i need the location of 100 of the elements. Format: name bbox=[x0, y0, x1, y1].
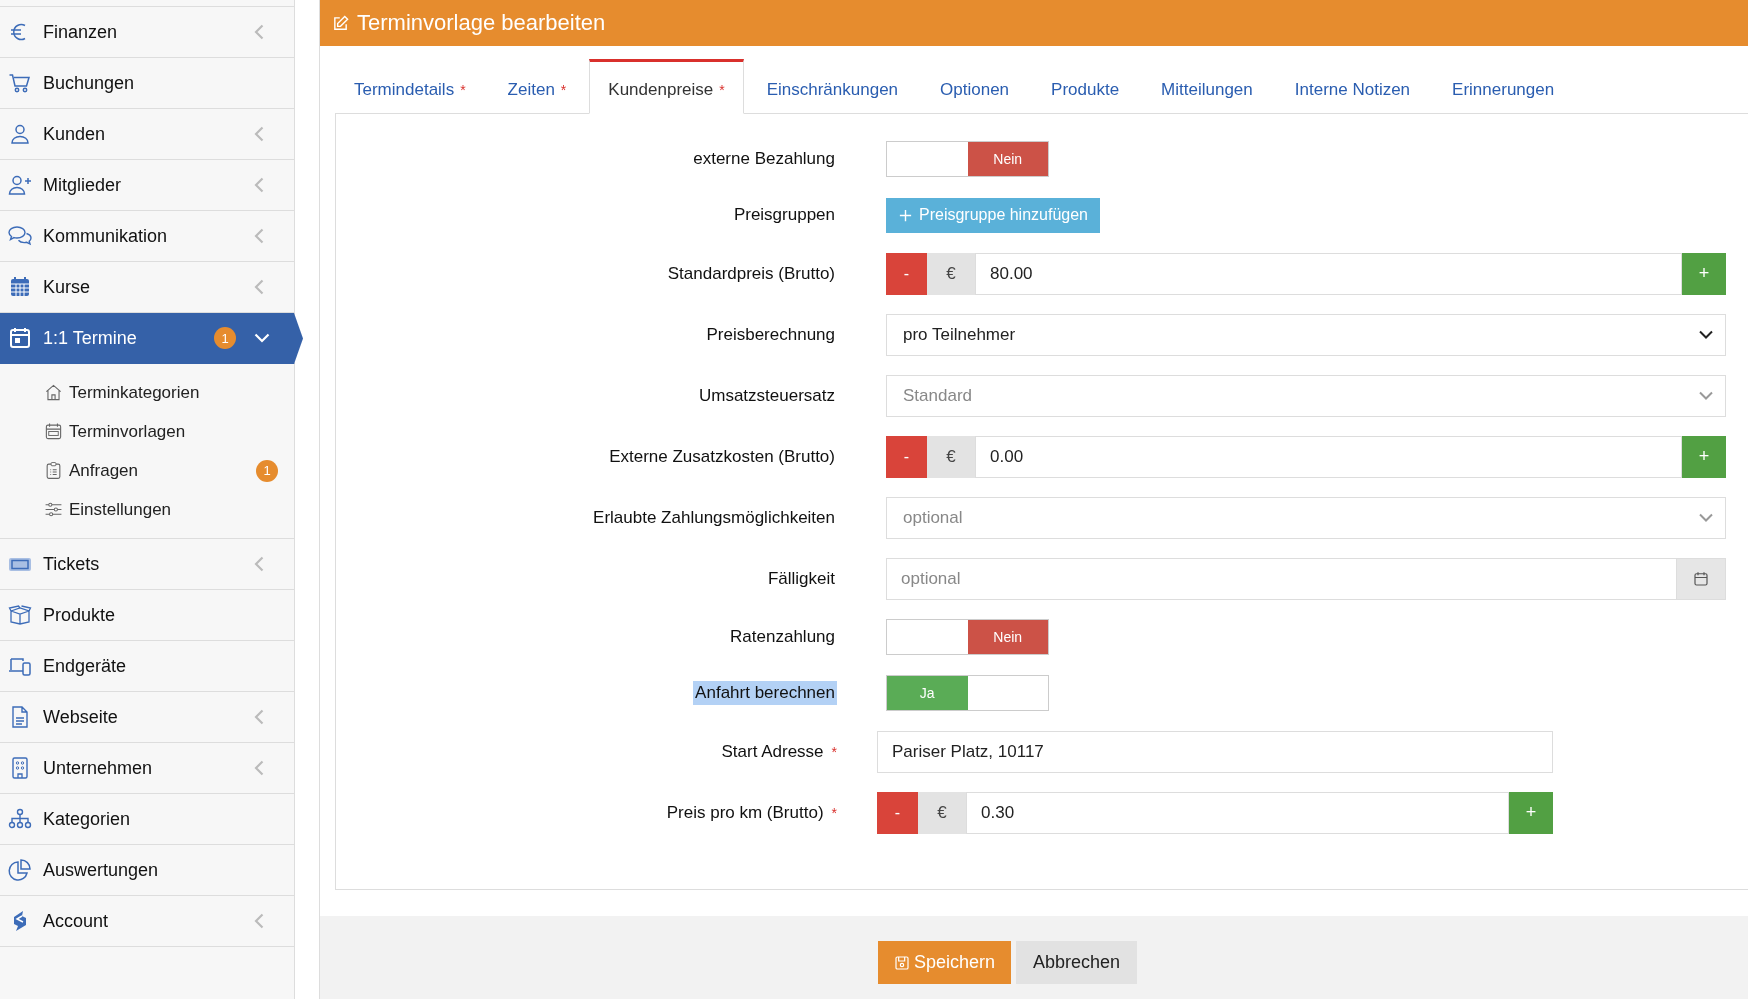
required-mark: * bbox=[719, 81, 725, 98]
tab[interactable]: Termindetails * bbox=[335, 59, 485, 114]
chevron-down-icon bbox=[1699, 391, 1713, 400]
calendar-icon bbox=[1692, 569, 1710, 588]
sidebar-item-label: Unternehmen bbox=[43, 757, 154, 779]
sidebar-item[interactable]: Auswertungen bbox=[0, 845, 294, 896]
price-input[interactable]: 80.00 bbox=[975, 252, 1682, 295]
currency-addon: € bbox=[927, 435, 975, 478]
sidebar-item[interactable]: Kommunikation bbox=[0, 211, 294, 262]
hierarchy-icon bbox=[8, 807, 32, 831]
submenu-item-label: Terminkategorien bbox=[69, 382, 201, 403]
field-label: Preis pro km (Brutto) bbox=[665, 801, 825, 824]
chevron-down-icon bbox=[1699, 330, 1713, 339]
clipboard-icon bbox=[44, 461, 63, 480]
sidebar-item-label: Buchungen bbox=[43, 72, 136, 94]
count-badge: 1 bbox=[256, 459, 278, 482]
page-title: Terminvorlage bearbeiten bbox=[357, 10, 606, 36]
submenu-item-label: Anfragen bbox=[69, 460, 139, 481]
submenu-item-label: Einstellungen bbox=[69, 499, 173, 520]
required-mark: * bbox=[831, 804, 837, 821]
tab[interactable]: Kundenpreise * bbox=[589, 59, 744, 114]
field-label: Standardpreis (Brutto) bbox=[666, 262, 836, 285]
sidebar-item[interactable]: Unternehmen bbox=[0, 743, 294, 794]
box-icon bbox=[8, 603, 32, 627]
sidebar-item[interactable]: Tickets bbox=[0, 539, 294, 590]
chat-bubbles-icon bbox=[8, 224, 32, 248]
submenu-item[interactable]: Anfragen 1 bbox=[44, 451, 294, 490]
required-mark: * bbox=[460, 81, 466, 98]
address-input[interactable]: Pariser Platz, 10117 bbox=[877, 730, 1553, 773]
sliders-icon bbox=[44, 500, 63, 519]
decrement-button[interactable]: - bbox=[886, 435, 927, 478]
submenu-item-label: Terminvorlagen bbox=[69, 421, 187, 442]
edit-icon bbox=[332, 14, 349, 32]
sidebar-item-label: Kunden bbox=[43, 123, 107, 145]
submenu-item[interactable]: Einstellungen bbox=[44, 490, 294, 529]
sidebar-item[interactable]: Kategorien bbox=[0, 794, 294, 845]
tab[interactable]: Mitteilungen bbox=[1142, 59, 1272, 114]
decrement-button[interactable]: - bbox=[886, 252, 927, 295]
sidebar-item-label: Produkte bbox=[43, 604, 117, 626]
field-label: Preisgruppen bbox=[732, 204, 836, 226]
sidebar-item[interactable]: Finanzen bbox=[0, 7, 294, 58]
tab[interactable]: Einschränkungen bbox=[747, 59, 918, 114]
sidebar-item-label: Finanzen bbox=[43, 21, 119, 43]
sidebar-item-label: 1:1 Termine bbox=[43, 327, 138, 349]
field-label: Anfahrt berechnen bbox=[693, 681, 837, 705]
sidebar-item[interactable]: Buchungen bbox=[0, 58, 294, 109]
sidebar-item-label: Webseite bbox=[43, 706, 119, 728]
calendar-button[interactable] bbox=[1677, 557, 1726, 600]
cancel-button[interactable]: Abbrechen bbox=[1016, 941, 1138, 984]
sidebar-item-label: Kommunikation bbox=[43, 225, 169, 247]
sidebar-item[interactable]: Account bbox=[0, 896, 294, 947]
select-field[interactable]: optional bbox=[886, 496, 1726, 539]
sidebar-item[interactable]: Kunden bbox=[0, 109, 294, 160]
sidebar-item[interactable]: Webseite bbox=[0, 692, 294, 743]
required-mark: * bbox=[560, 81, 567, 98]
decrement-button[interactable]: - bbox=[877, 791, 918, 834]
tab[interactable]: Optionen bbox=[921, 59, 1029, 114]
select-field[interactable]: Standard bbox=[886, 374, 1726, 417]
field-label: Erlaubte Zahlungsmöglichkeiten bbox=[592, 506, 836, 529]
sidebar-item-label: Kategorien bbox=[43, 808, 132, 830]
person-icon bbox=[8, 122, 32, 146]
required-mark: * bbox=[831, 743, 837, 760]
cart-icon bbox=[8, 71, 32, 95]
currency-addon: € bbox=[918, 791, 966, 834]
field-label: Umsatzsteuersatz bbox=[697, 384, 836, 407]
field-label: Externe Zusatzkosten (Brutto) bbox=[608, 445, 836, 468]
field-label: Preisberechnung bbox=[705, 323, 836, 346]
select-field[interactable]: pro Teilnehmer bbox=[886, 313, 1726, 356]
person-plus-icon bbox=[8, 173, 32, 197]
tab[interactable]: Produkte bbox=[1032, 59, 1139, 114]
tab[interactable]: Erinnerungen bbox=[1433, 59, 1574, 114]
count-badge: 1 bbox=[214, 327, 236, 349]
pie-chart-icon bbox=[8, 858, 32, 882]
sidebar-item[interactable]: Produkte bbox=[0, 590, 294, 641]
sidebar-item[interactable]: Mitglieder bbox=[0, 160, 294, 211]
plus-icon bbox=[898, 207, 913, 223]
sidebar-item-label: Tickets bbox=[43, 553, 101, 575]
field-label: Fälligkeit bbox=[766, 567, 836, 590]
price-input[interactable]: 0.00 bbox=[975, 435, 1682, 478]
sidebar-item-label: Auswertungen bbox=[43, 859, 160, 881]
sidebar-item[interactable]: Endgeräte bbox=[0, 641, 294, 692]
submenu-item[interactable]: Terminvorlagen bbox=[44, 412, 294, 451]
sidebar-item-label: Kurse bbox=[43, 276, 92, 298]
sidebar-item-label: Mitglieder bbox=[43, 174, 123, 196]
toggle-switch[interactable]: Nein bbox=[886, 141, 1049, 177]
sidebar-item[interactable]: 1:1 Termine 1 bbox=[0, 313, 303, 364]
sidebar-item-label: Endgeräte bbox=[43, 655, 128, 677]
submenu-item[interactable]: Terminkategorien bbox=[44, 373, 294, 412]
calendar-icon bbox=[8, 326, 32, 350]
calendar-icon bbox=[8, 275, 32, 299]
toggle-switch[interactable]: Nein bbox=[886, 619, 1049, 655]
sidebar-item-label: Account bbox=[43, 910, 110, 932]
price-input[interactable]: 0.30 bbox=[966, 791, 1509, 834]
house-icon bbox=[44, 383, 63, 402]
field-label: Start Adresse bbox=[720, 740, 825, 763]
tab[interactable]: Zeiten * bbox=[488, 59, 586, 114]
tab[interactable]: Interne Notizen bbox=[1275, 59, 1430, 114]
chevron-down-icon bbox=[1699, 513, 1713, 522]
date-input[interactable]: optional bbox=[886, 557, 1677, 600]
field-label: Ratenzahlung bbox=[729, 626, 836, 648]
